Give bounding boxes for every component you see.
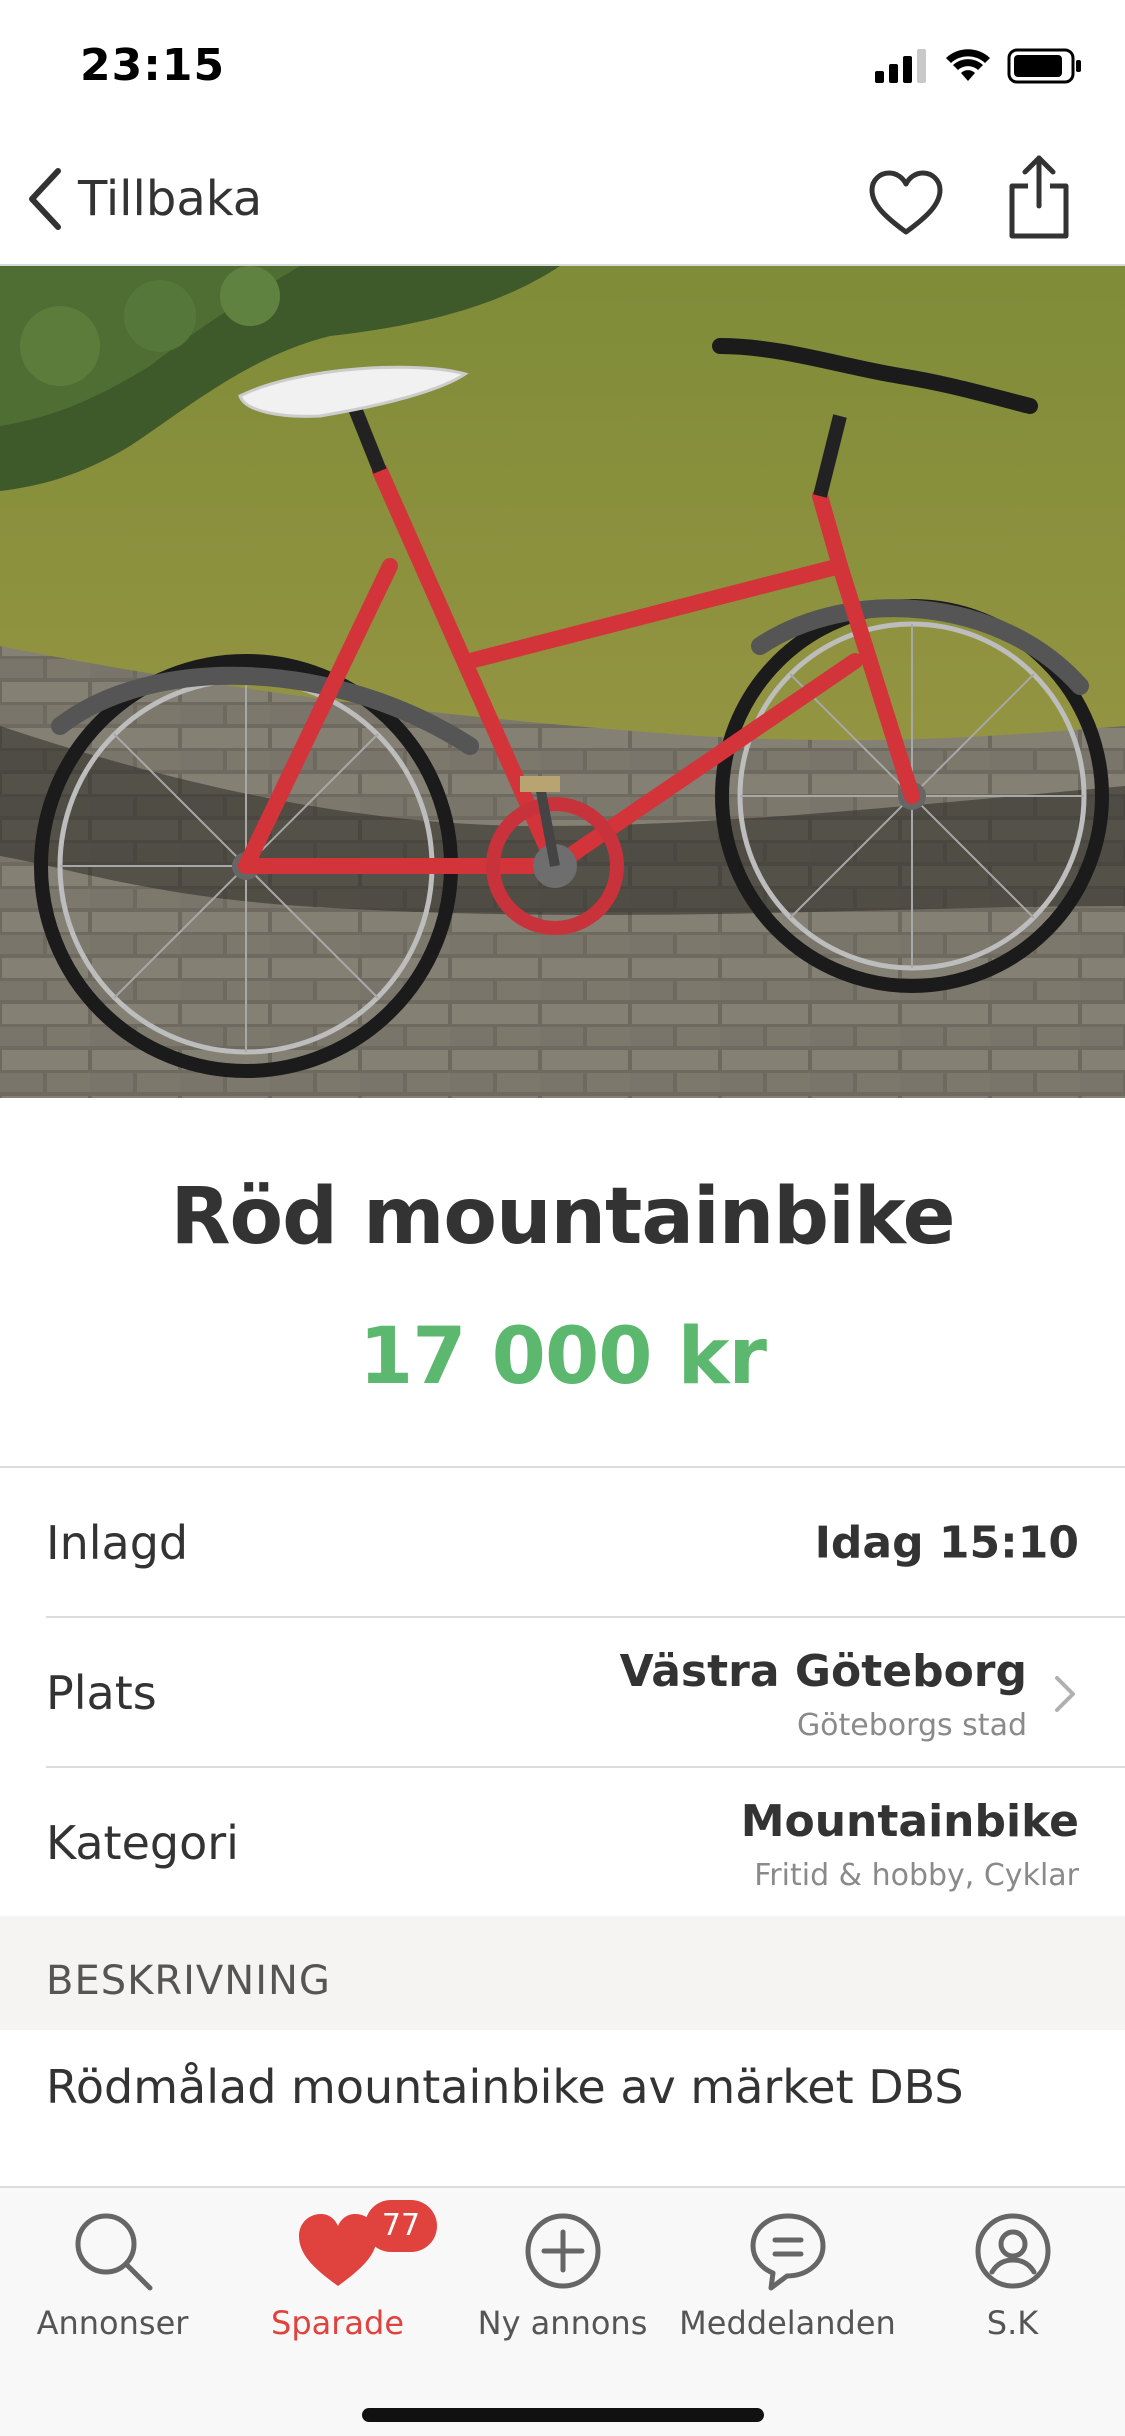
category-label: Kategori — [46, 1816, 239, 1870]
tab-label: S.K — [986, 2304, 1039, 2342]
navigation-bar: Tillbaka — [0, 132, 1125, 266]
tab-sparade[interactable]: 77 Sparade — [225, 2188, 450, 2348]
wifi-icon — [946, 49, 990, 81]
tab-label: Meddelanden — [679, 2304, 896, 2342]
back-button[interactable]: Tillbaka — [24, 164, 262, 234]
category-sub: Fritid & hobby, Cyklar — [754, 1858, 1079, 1893]
status-icons — [875, 48, 1083, 84]
save-heart-icon[interactable] — [868, 170, 944, 236]
description-text: Rödmålad mountainbike av märket DBS — [46, 2060, 964, 2114]
status-time: 23:15 — [80, 40, 226, 91]
category-row: Kategori Mountainbike Fritid & hobby, Cy… — [0, 1768, 1125, 1918]
share-icon[interactable] — [1006, 154, 1072, 240]
listing-title: Röd mountainbike — [170, 1172, 956, 1262]
listing-page: 23:15 Tillbaka Röd mountainbike 17 000 k… — [0, 0, 1125, 2436]
back-label: Tillbaka — [78, 171, 263, 227]
plus-circle-icon — [525, 2213, 600, 2289]
tab-bar: Annonser 77 Sparade Ny annons Meddelande… — [0, 2186, 1125, 2436]
place-value: Västra Göteborg — [619, 1646, 1027, 1697]
home-indicator[interactable] — [362, 2408, 764, 2422]
chevron-left-icon — [29, 168, 61, 230]
description-header-label: BESKRIVNING — [46, 1958, 331, 2004]
tab-label: Sparade — [271, 2304, 404, 2342]
tab-ny-annons[interactable]: Ny annons — [450, 2188, 675, 2348]
saved-count-badge: 77 — [365, 2200, 437, 2252]
search-icon — [75, 2213, 152, 2291]
place-row[interactable]: Plats Västra Göteborg Göteborgs stad — [0, 1618, 1125, 1768]
category-value: Mountainbike — [740, 1796, 1079, 1847]
posted-row: Inlagd Idag 15:10 — [0, 1468, 1125, 1618]
status-bar: 23:15 — [0, 0, 1125, 132]
place-label: Plats — [46, 1666, 157, 1720]
place-sub: Göteborgs stad — [796, 1708, 1027, 1743]
profile-icon — [975, 2213, 1050, 2289]
bicycle-photo — [0, 266, 1125, 1098]
listing-photo[interactable] — [0, 266, 1125, 1098]
tab-annonser[interactable]: Annonser — [0, 2188, 225, 2348]
tab-profile[interactable]: S.K — [900, 2188, 1125, 2348]
listing-price: 17 000 kr — [358, 1312, 767, 1402]
posted-value: Idag 15:10 — [814, 1517, 1079, 1569]
chat-icon — [750, 2213, 825, 2291]
battery-icon — [1007, 48, 1081, 84]
tab-label: Annonser — [36, 2304, 189, 2342]
listing-header: Röd mountainbike 17 000 kr — [0, 1098, 1125, 1466]
signal-icon — [875, 49, 926, 83]
info-list: Inlagd Idag 15:10 Plats Västra Göteborg … — [0, 1466, 1125, 1918]
posted-label: Inlagd — [46, 1516, 189, 1570]
chevron-right-icon — [1055, 1676, 1075, 1712]
tab-label: Ny annons — [477, 2304, 648, 2342]
description-header: BESKRIVNING — [0, 1916, 1125, 2030]
tab-meddelanden[interactable]: Meddelanden — [675, 2188, 900, 2348]
